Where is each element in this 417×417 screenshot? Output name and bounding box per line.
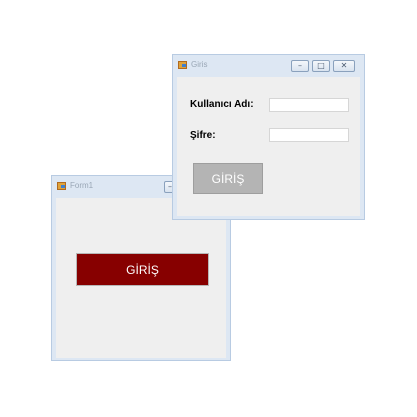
giris-button[interactable]: GİRİŞ: [193, 163, 263, 194]
password-field[interactable]: [269, 128, 349, 142]
giris-titlebar[interactable]: Giris – □ ✕: [173, 55, 364, 77]
username-field[interactable]: [269, 98, 349, 112]
minimize-icon[interactable]: –: [291, 60, 309, 72]
form1-giris-button[interactable]: GİRİŞ: [76, 253, 209, 286]
form1-title: Form1: [70, 181, 94, 190]
password-label: Şifre:: [190, 130, 216, 141]
close-icon[interactable]: ✕: [333, 60, 355, 72]
maximize-icon[interactable]: □: [312, 60, 330, 72]
app-icon: [178, 61, 187, 69]
giris-title: Giris: [191, 60, 208, 69]
username-label: Kullanıcı Adı:: [190, 99, 254, 110]
app-icon: [57, 182, 66, 190]
